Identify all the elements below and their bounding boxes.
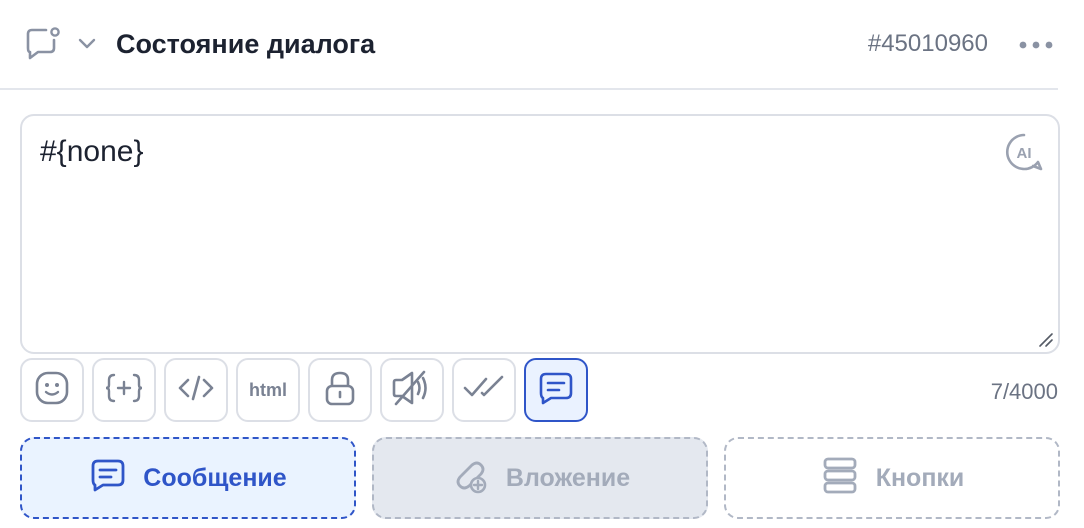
add-buttons-button[interactable]: Кнопки <box>724 437 1060 519</box>
add-message-label: Сообщение <box>143 463 287 492</box>
add-message-button[interactable]: Сообщение <box>20 437 356 519</box>
message-type-button[interactable] <box>524 358 588 422</box>
chevron-down-icon[interactable] <box>76 32 98 54</box>
add-attachment-label: Вложение <box>505 463 631 492</box>
variable-icon <box>104 370 144 411</box>
more-horizontal-icon[interactable] <box>1016 30 1056 60</box>
emoji-button[interactable] <box>20 358 84 422</box>
ai-badge-text: AI <box>1017 145 1032 162</box>
buttons-list-icon <box>820 456 860 501</box>
html-button[interactable]: html <box>236 358 300 422</box>
message-icon <box>89 457 127 500</box>
double-check-button[interactable] <box>452 358 516 422</box>
resize-handle-icon[interactable] <box>1038 332 1054 348</box>
add-attachment-button[interactable]: Вложение <box>372 437 708 519</box>
message-editor[interactable]: #{none} AI <box>20 114 1060 354</box>
double-check-icon <box>462 373 506 408</box>
emoji-icon <box>34 370 70 411</box>
message-icon <box>537 370 575 411</box>
paperclip-add-icon <box>450 455 490 502</box>
header: Состояние диалога #45010960 <box>0 0 1058 90</box>
lock-button[interactable] <box>308 358 372 422</box>
html-icon: html <box>249 379 287 400</box>
code-icon <box>176 370 216 411</box>
ai-assistant-icon[interactable]: AI <box>1004 132 1044 172</box>
dialog-id: #45010960 <box>867 30 988 57</box>
mute-sound-button[interactable] <box>380 358 444 422</box>
chat-bubble-dot-icon[interactable] <box>24 26 64 62</box>
editor-text[interactable]: #{none} <box>40 134 143 170</box>
variable-button[interactable] <box>92 358 156 422</box>
character-counter: 7/4000 <box>990 379 1058 404</box>
mute-sound-icon <box>390 368 434 413</box>
lock-icon <box>322 369 358 412</box>
add-buttons-label: Кнопки <box>875 463 965 492</box>
page-title: Состояние диалога <box>116 29 376 59</box>
code-button[interactable] <box>164 358 228 422</box>
